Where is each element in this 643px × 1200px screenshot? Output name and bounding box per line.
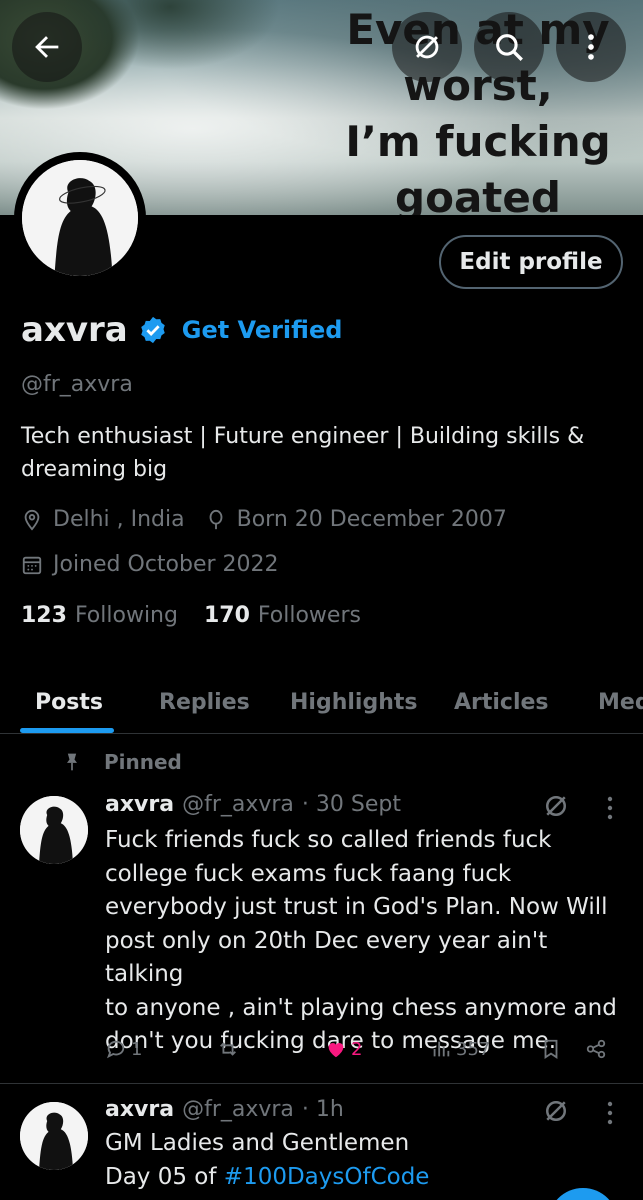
pinned-text: Pinned — [104, 750, 182, 774]
birthday-item: Born 20 December 2007 — [205, 507, 507, 532]
profile-tabs: Posts Replies Highlights Articles Media — [0, 670, 643, 734]
following-count: 123 — [21, 603, 67, 628]
pinned-label: Pinned — [62, 750, 182, 774]
post-actions: 1 2 357 — [105, 1038, 625, 1068]
profile-name: axvra — [21, 310, 128, 350]
post-line: Day 05 of #100DaysOfCode — [105, 1161, 625, 1195]
bio-line: Tech enthusiast | Future engineer | Buil… — [21, 424, 585, 449]
back-button[interactable] — [12, 12, 82, 82]
tab-articles[interactable]: Articles — [454, 670, 549, 734]
profile-name-row: axvra Get Verified — [21, 310, 342, 350]
followers-label: Followers — [257, 603, 361, 628]
repost-icon — [220, 1042, 236, 1056]
post-line: everybody just trust in God's Plan. Now … — [105, 894, 608, 920]
calendar-icon — [22, 556, 42, 574]
joined-text: Joined October 2022 — [53, 552, 279, 577]
reply-count: 1 — [131, 1038, 143, 1060]
arrow-left-icon — [35, 36, 59, 58]
heart-filled-icon — [328, 1043, 344, 1058]
post-more-icon[interactable] — [606, 795, 614, 821]
tab-highlights[interactable]: Highlights — [290, 670, 417, 734]
hashtag-link[interactable]: #100DaysOfCode — [224, 1164, 430, 1190]
banner-foliage — [60, 0, 280, 70]
post-body: GM Ladies and Gentlemen Day 05 of #100Da… — [105, 1127, 625, 1194]
joined-row: Joined October 2022 — [21, 552, 299, 577]
active-tab-indicator — [20, 728, 114, 733]
location-item: Delhi , India — [21, 507, 185, 532]
birthday-text: Born 20 December 2007 — [236, 507, 507, 532]
banner-line: goated — [395, 173, 561, 215]
view-count: 357 — [456, 1038, 491, 1060]
following-label: Following — [74, 603, 178, 628]
repost-button[interactable] — [217, 1038, 243, 1060]
post-avatar[interactable] — [20, 1102, 88, 1170]
post-line: to anyone , ain't playing chess anymore … — [105, 994, 617, 1021]
post-divider — [0, 1083, 643, 1084]
grok-button[interactable] — [392, 12, 462, 82]
reply-icon — [106, 1040, 125, 1059]
following-link[interactable]: 123 Following — [21, 603, 178, 628]
balloon-icon — [209, 509, 223, 529]
profile-handle: @fr_axvra — [21, 372, 133, 397]
share-icon — [586, 1039, 606, 1059]
profile-meta-row: Delhi , India Born 20 December 2007 — [21, 507, 527, 532]
post-time: · 1h — [301, 1097, 344, 1122]
bookmark-button[interactable] — [540, 1038, 566, 1060]
search-button[interactable] — [474, 12, 544, 82]
post-author-name[interactable]: axvra — [105, 1097, 174, 1122]
views-chart-icon — [433, 1041, 450, 1057]
post-line: Fuck friends fuck so called friends fuck — [105, 827, 552, 853]
reply-button[interactable]: 1 — [105, 1038, 142, 1060]
more-vertical-icon — [588, 34, 594, 60]
avatar-image — [22, 160, 138, 276]
joined-item: Joined October 2022 — [21, 552, 279, 577]
like-count: 2 — [351, 1038, 363, 1060]
tab-media[interactable]: Media — [598, 670, 643, 734]
tab-replies[interactable]: Replies — [159, 670, 250, 734]
location-pin-icon — [24, 509, 40, 531]
profile-bio: Tech enthusiast | Future engineer | Buil… — [21, 420, 621, 486]
verified-badge-icon — [141, 316, 165, 344]
post-header: axvra @fr_axvra · 30 Sept — [105, 792, 401, 817]
post-line: college fuck exams fuck faang fuck — [105, 860, 512, 887]
tab-posts[interactable]: Posts — [35, 670, 103, 734]
grok-icon[interactable] — [541, 791, 571, 821]
bio-line: dreaming big — [21, 457, 168, 482]
grok-icon[interactable] — [541, 1096, 571, 1126]
search-icon — [496, 34, 523, 61]
follow-stats: 123 Following 170 Followers — [21, 603, 387, 628]
grok-icon — [415, 35, 439, 59]
profile-avatar[interactable] — [14, 152, 146, 284]
pin-icon — [67, 753, 77, 771]
banner-line: I’m fucking — [345, 117, 611, 166]
post-line: GM Ladies and Gentlemen — [105, 1130, 410, 1156]
post-author-name[interactable]: axvra — [105, 792, 174, 817]
post-time: · 30 Sept — [301, 792, 401, 817]
post-header: axvra @fr_axvra · 1h — [105, 1097, 344, 1122]
share-button[interactable] — [585, 1038, 611, 1060]
views-button[interactable]: 357 — [430, 1038, 490, 1060]
like-button[interactable]: 2 — [325, 1038, 362, 1060]
location-text: Delhi , India — [53, 507, 185, 532]
edit-profile-button[interactable]: Edit profile — [439, 235, 623, 289]
followers-count: 170 — [203, 603, 250, 628]
post-body: Fuck friends fuck so called friends fuck… — [105, 824, 625, 1059]
post-author-handle: @fr_axvra — [182, 792, 294, 817]
followers-link[interactable]: 170 Followers — [204, 603, 361, 628]
bookmark-icon — [544, 1039, 558, 1059]
post-line-prefix: Day 05 of — [105, 1163, 224, 1190]
more-button[interactable] — [556, 12, 626, 82]
post-line: post only on 20th Dec every year ain't t… — [105, 927, 548, 988]
post-author-handle: @fr_axvra — [182, 1097, 294, 1122]
get-verified-link[interactable]: Get Verified — [182, 316, 343, 344]
post-avatar[interactable] — [20, 796, 88, 864]
post-more-icon[interactable] — [606, 1100, 614, 1126]
